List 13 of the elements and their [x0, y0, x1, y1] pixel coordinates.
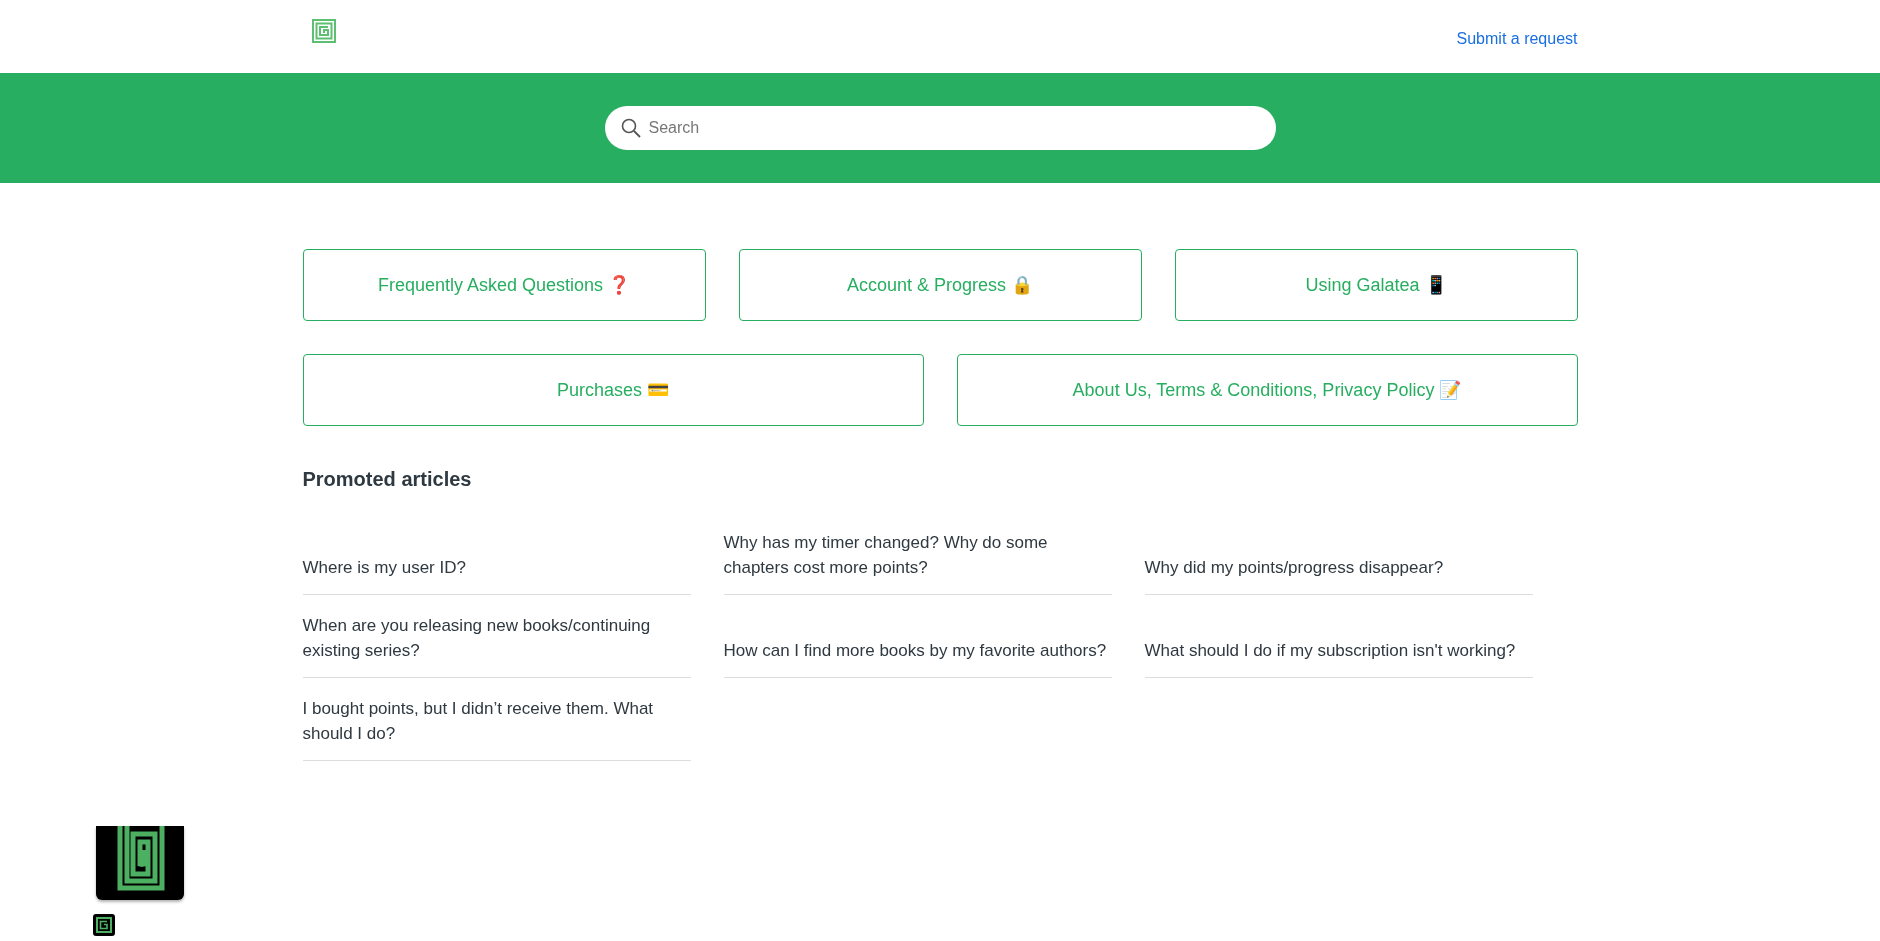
- app-logo-icon[interactable]: [93, 914, 115, 936]
- article-link[interactable]: Why did my points/progress disappear?: [1144, 555, 1444, 580]
- article-link[interactable]: When are you releasing new books/continuing existing series?: [302, 613, 691, 663]
- article-link[interactable]: Why has my timer changed? Why do some chapters cost more points?: [723, 530, 1112, 580]
- app-logo-icon[interactable]: [96, 826, 184, 900]
- submit-request-link[interactable]: Submit a request: [1456, 26, 1578, 51]
- article-link[interactable]: Where is my user ID?: [302, 555, 466, 580]
- article-link[interactable]: What should I do if my subscription isn't working?: [1144, 638, 1516, 663]
- section-heading: Promoted articles: [302, 467, 473, 492]
- article-link[interactable]: I bought points, but I didn’t receive them. What should I do?: [302, 696, 691, 746]
- article-link[interactable]: How can I find more books by my favorite authors?: [723, 638, 1107, 663]
- search-icon: [620, 118, 641, 138]
- search-field[interactable]: Search: [604, 106, 1276, 150]
